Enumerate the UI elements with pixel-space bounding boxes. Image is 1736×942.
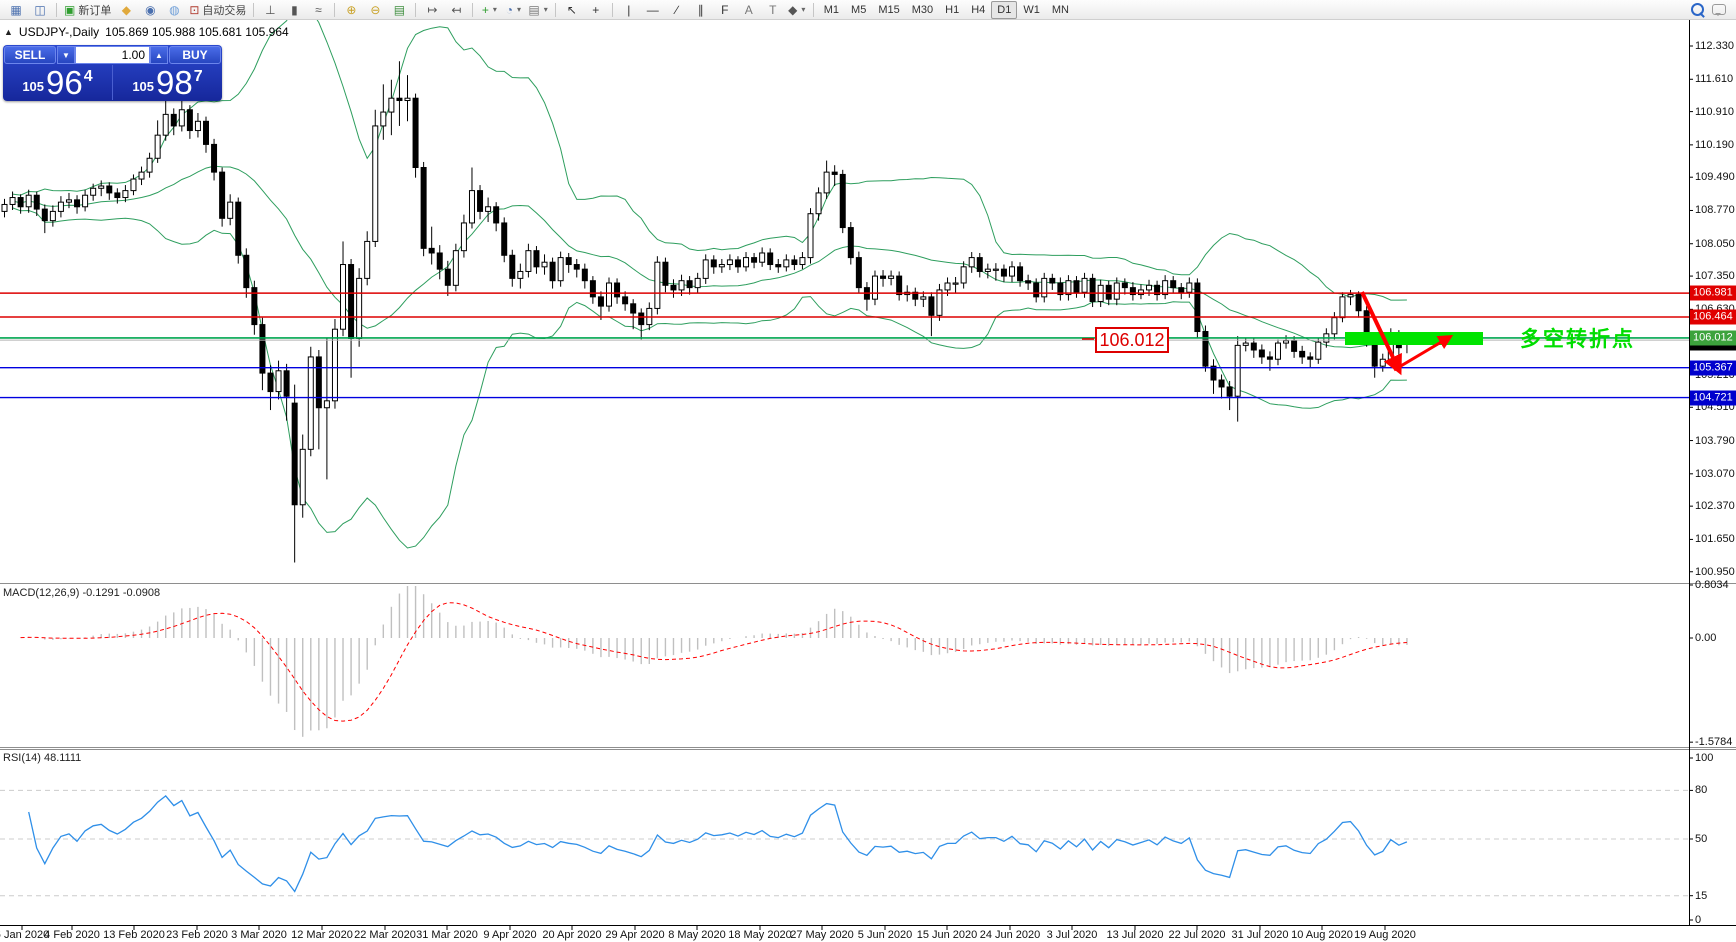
profiles-icon: ◫ bbox=[34, 4, 45, 16]
text-icon: A bbox=[745, 4, 753, 16]
zoom-in-icon[interactable]: ⊕ bbox=[339, 1, 363, 19]
sell-price-big: 96 bbox=[46, 68, 83, 98]
autotrading-button-label: 自动交易 bbox=[202, 2, 246, 18]
templates-icon: ▤ bbox=[528, 4, 539, 16]
cursor-icon: ↖ bbox=[567, 4, 577, 16]
pivot-annotation-text[interactable]: 多空转折点 bbox=[1520, 323, 1635, 353]
fibonacci-icon[interactable]: F bbox=[713, 1, 737, 19]
candlestick-chart-icon: ▮ bbox=[291, 4, 298, 16]
charts-window-icon: ▦ bbox=[10, 4, 21, 16]
bar-chart-icon[interactable]: ⊥ bbox=[258, 1, 282, 19]
timeframe-w1[interactable]: W1 bbox=[1017, 1, 1046, 19]
styler-icon: ◆ bbox=[122, 4, 131, 16]
pivot-price-box[interactable]: 106.012 bbox=[1095, 327, 1169, 353]
channel-icon[interactable]: ∥ bbox=[689, 1, 713, 19]
vertical-line-icon: | bbox=[627, 4, 630, 16]
dropdown-caret-icon[interactable]: ▾ bbox=[517, 5, 521, 14]
line-chart-icon: ≈ bbox=[315, 4, 322, 16]
market-watch-icon[interactable]: ◉ bbox=[138, 1, 162, 19]
tile-windows-icon[interactable]: ▤ bbox=[387, 1, 411, 19]
sell-button[interactable]: SELL bbox=[4, 46, 56, 64]
horizontal-line-icon[interactable]: — bbox=[641, 1, 665, 19]
vertical-line-icon[interactable]: | bbox=[617, 1, 641, 19]
trendline-icon: ∕ bbox=[676, 4, 678, 16]
buy-price-big: 98 bbox=[156, 68, 193, 98]
arrows-icon: ◆ bbox=[788, 4, 797, 16]
collapse-quote-panel-icon[interactable]: ▲ bbox=[4, 27, 13, 37]
fibonacci-icon: F bbox=[721, 4, 728, 16]
zoom-out-icon: ⊖ bbox=[370, 4, 380, 16]
autoscroll-icon: ↦ bbox=[427, 4, 437, 16]
indicators-icon: + bbox=[482, 4, 489, 16]
trendline-icon[interactable]: ∕ bbox=[665, 1, 689, 19]
buy-price-prefix: 105 bbox=[132, 79, 154, 94]
buy-button[interactable]: BUY bbox=[169, 46, 221, 64]
templates-icon[interactable]: ▤▾ bbox=[525, 1, 550, 19]
chat-icon[interactable] bbox=[1712, 4, 1726, 15]
periods-icon: ◔ bbox=[506, 4, 513, 16]
channel-icon: ∥ bbox=[698, 4, 704, 16]
one-click-trading-panel: SELL ▼ ▲ BUY 105 96 4 105 98 7 bbox=[3, 45, 222, 101]
line-chart-icon[interactable]: ≈ bbox=[306, 1, 330, 19]
autotrading-button: ⊡ bbox=[189, 4, 199, 16]
buy-price[interactable]: 105 98 7 bbox=[113, 65, 222, 100]
volume-up-button[interactable]: ▲ bbox=[150, 46, 168, 64]
charts-window-icon[interactable]: ▦ bbox=[4, 1, 28, 19]
arrows-icon[interactable]: ◆▾ bbox=[785, 1, 809, 19]
tile-windows-icon: ▤ bbox=[394, 4, 405, 16]
autotrading-button[interactable]: ⊡自动交易 bbox=[186, 1, 249, 19]
sell-price-prefix: 105 bbox=[22, 79, 44, 94]
styler-icon[interactable]: ◆ bbox=[114, 1, 138, 19]
timeframe-m1[interactable]: M1 bbox=[818, 1, 845, 19]
buy-price-sup: 7 bbox=[194, 68, 203, 86]
search-icon[interactable] bbox=[1691, 3, 1704, 16]
indicators-icon[interactable]: +▾ bbox=[477, 1, 501, 19]
new-order-button: ▣ bbox=[64, 4, 75, 16]
bar-chart-icon: ⊥ bbox=[265, 4, 275, 16]
dropdown-caret-icon[interactable]: ▾ bbox=[801, 5, 805, 14]
pivot-highlight-band bbox=[1345, 332, 1483, 345]
timeframe-m5[interactable]: M5 bbox=[845, 1, 872, 19]
candlestick-chart-icon[interactable]: ▮ bbox=[282, 1, 306, 19]
market-watch-icon: ◉ bbox=[145, 4, 155, 16]
timeframe-d1[interactable]: D1 bbox=[991, 1, 1017, 19]
crosshair-icon: + bbox=[592, 4, 599, 16]
sell-price[interactable]: 105 96 4 bbox=[3, 65, 113, 100]
signals-icon: ◍ bbox=[169, 4, 179, 16]
volume-down-button[interactable]: ▼ bbox=[57, 46, 75, 64]
cursor-icon[interactable]: ↖ bbox=[560, 1, 584, 19]
timeframe-m30[interactable]: M30 bbox=[906, 1, 939, 19]
timeframe-h4[interactable]: H4 bbox=[965, 1, 991, 19]
dropdown-caret-icon[interactable]: ▾ bbox=[493, 5, 497, 14]
profiles-icon[interactable]: ◫ bbox=[28, 1, 52, 19]
timeframe-m15[interactable]: M15 bbox=[872, 1, 905, 19]
sell-price-sup: 4 bbox=[84, 68, 93, 86]
new-order-button-label: 新订单 bbox=[78, 2, 111, 18]
zoom-in-icon: ⊕ bbox=[346, 4, 356, 16]
horizontal-line-icon: — bbox=[647, 4, 659, 16]
text-label-icon[interactable]: T bbox=[761, 1, 785, 19]
crosshair-icon[interactable]: + bbox=[584, 1, 608, 19]
signals-icon[interactable]: ◍ bbox=[162, 1, 186, 19]
dropdown-caret-icon[interactable]: ▾ bbox=[544, 5, 548, 14]
text-label-icon: T bbox=[769, 4, 776, 16]
chart-shift-icon[interactable]: ↤ bbox=[444, 1, 468, 19]
timeframe-mn[interactable]: MN bbox=[1046, 1, 1075, 19]
timeframe-h1[interactable]: H1 bbox=[939, 1, 965, 19]
chart-canvas[interactable] bbox=[0, 0, 1736, 942]
periods-icon[interactable]: ◔▾ bbox=[501, 1, 525, 19]
zoom-out-icon[interactable]: ⊖ bbox=[363, 1, 387, 19]
chart-shift-icon: ↤ bbox=[451, 4, 461, 16]
text-icon[interactable]: A bbox=[737, 1, 761, 19]
autoscroll-icon[interactable]: ↦ bbox=[420, 1, 444, 19]
volume-input[interactable] bbox=[75, 46, 150, 64]
toolbar: ▦◫▣新订单◆◉◍⊡自动交易⊥▮≈⊕⊖▤↦↤+▾◔▾▤▾↖+|—∕∥FAT◆▾M… bbox=[0, 0, 1736, 20]
new-order-button[interactable]: ▣新订单 bbox=[61, 1, 114, 19]
